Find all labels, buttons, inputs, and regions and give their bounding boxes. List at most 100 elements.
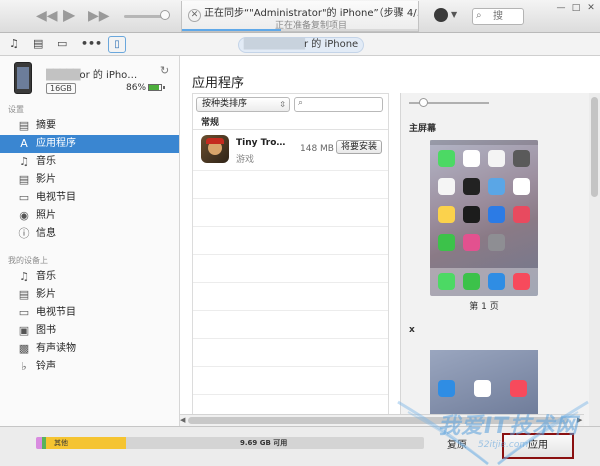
dock (430, 268, 538, 296)
chevron-updown-icon: ⇳ (279, 100, 286, 109)
volume-slider[interactable] (124, 15, 164, 18)
sidebar-item-music[interactable]: ♫ 音乐 (0, 153, 179, 171)
previous-track-icon[interactable]: ◀◀ (36, 9, 58, 23)
calendar-icon (463, 150, 480, 167)
chevron-down-icon[interactable]: ▼ (451, 10, 457, 19)
sidebar-item-label: 音乐 (36, 271, 56, 282)
sidebar-item-label: 照片 (36, 210, 56, 221)
safari-icon (488, 273, 505, 290)
sidebar-item-device-tones[interactable]: ♭ 铃声 (0, 358, 179, 376)
music-icon (513, 273, 530, 290)
vertical-scrollbar-thumb[interactable] (591, 97, 598, 197)
sort-select[interactable]: 按种类排序 ⇳ (196, 97, 290, 112)
home-screen-preview[interactable] (430, 140, 538, 296)
app-icon-hat (206, 138, 224, 144)
row-divider (193, 310, 388, 311)
app-row[interactable]: Tiny Tro… 游戏 148 MB 将要安装 (193, 130, 388, 170)
app-category: 游戏 (236, 155, 255, 165)
info-icon: ⓘ (18, 227, 30, 240)
account-icon[interactable] (434, 8, 448, 22)
capacity-badge: 16GB (46, 83, 76, 94)
music-icon (510, 380, 527, 397)
device-name-redacted: █████████ (243, 39, 305, 50)
tv-icon: ▭ (18, 191, 30, 204)
scroll-left-icon[interactable]: ◀ (180, 416, 185, 424)
sidebar-item-photos[interactable]: ◉ 照片 (0, 207, 179, 225)
storage-free-label: 9.69 GB 可用 (240, 439, 288, 447)
sidebar-item-label: 电视节目 (36, 192, 76, 203)
iphone-icon (14, 62, 32, 94)
clock-icon (463, 178, 480, 195)
sidebar-item-label: 应用程序 (36, 138, 76, 149)
film-icon: ▤ (18, 173, 30, 186)
row-divider (193, 170, 388, 171)
cancel-sync-icon[interactable]: ✕ (188, 9, 201, 22)
sidebar-item-apps[interactable]: A 应用程序 (0, 135, 179, 153)
apps-icon: A (20, 137, 28, 150)
row-divider (193, 254, 388, 255)
zoom-knob[interactable] (419, 98, 428, 107)
wechat-icon (438, 234, 455, 251)
sync-status-title: 正在同步“"Administrator"的 iPhone”（步骤 4/… (204, 8, 418, 19)
install-button[interactable]: 将要安装 (336, 140, 382, 154)
sidebar-item-label: 音乐 (36, 156, 56, 167)
sidebar-item-summary[interactable]: ▤ 摘要 (0, 117, 179, 135)
device-icon[interactable]: ▯ (108, 36, 126, 53)
minimize-icon[interactable]: — (553, 2, 569, 14)
storage-other-label: 其他 (54, 439, 68, 447)
sidebar-item-info[interactable]: ⓘ 信息 (0, 225, 179, 243)
weather-icon (438, 178, 455, 195)
sidebar: █████or 的 iPho… ↻ 16GB 86% 设置 ▤ 摘要 A 应用程… (0, 56, 180, 426)
watermark-url: 52itjie.com (478, 440, 529, 450)
vertical-scrollbar[interactable] (589, 93, 600, 426)
second-section-label: x (409, 325, 415, 335)
sidebar-item-tv[interactable]: ▭ 电视节目 (0, 189, 179, 207)
row-divider (193, 338, 388, 339)
play-icon[interactable]: ▶ (63, 7, 75, 23)
next-track-icon[interactable]: ▶▶ (88, 9, 110, 23)
device-name-pill[interactable]: █████████r 的 iPhone (238, 37, 364, 53)
apps-search-input[interactable]: ⌕ (294, 97, 383, 112)
device-name[interactable]: █████or 的 iPho… (46, 66, 156, 81)
sidebar-item-device-films[interactable]: ▤ 影片 (0, 286, 179, 304)
row-divider (193, 282, 388, 283)
music-icon: ♫ (19, 270, 29, 283)
sidebar-item-device-books[interactable]: ▣ 图书 (0, 322, 179, 340)
summary-icon: ▤ (18, 119, 30, 132)
film-icon: ▤ (18, 288, 30, 301)
maps-icon (488, 178, 505, 195)
search-box[interactable]: ⌕ (472, 8, 524, 25)
game-center-icon (463, 234, 480, 251)
app-icon (201, 135, 229, 163)
volume-knob[interactable] (160, 10, 170, 20)
music-icon[interactable]: ♫ (9, 37, 19, 50)
sidebar-item-device-tv[interactable]: ▭ 电视节目 (0, 304, 179, 322)
title-bar: ◀◀ ▶ ▶▶ ✕ 正在同步“"Administrator"的 iPhone”（… (0, 0, 600, 33)
sidebar-item-device-music[interactable]: ♫ 音乐 (0, 268, 179, 286)
tv-icon: ▭ (18, 306, 30, 319)
app-store-icon (513, 206, 530, 223)
app-size: 148 MB (300, 144, 334, 154)
home-screen-label: 主屏幕 (409, 124, 437, 134)
sidebar-item-films[interactable]: ▤ 影片 (0, 171, 179, 189)
more-icon[interactable]: ••• (81, 37, 102, 50)
sidebar-item-label: 铃声 (36, 361, 56, 372)
sync-progress-bar (182, 29, 418, 31)
battery-percent: 86% (126, 83, 147, 93)
sidebar-item-label: 影片 (36, 174, 56, 185)
maximize-icon[interactable]: □ (568, 2, 584, 14)
search-input[interactable] (493, 10, 523, 23)
settings-icon (488, 234, 505, 251)
stocks-icon (463, 206, 480, 223)
film-icon[interactable]: ▤ (33, 37, 43, 50)
tv-icon[interactable]: ▭ (57, 37, 67, 50)
device-name-redacted: █████ (46, 70, 80, 81)
home-screens-panel: 主屏幕 第 1 页 x (400, 93, 600, 426)
iphone-screen (17, 67, 29, 89)
bell-icon: ♭ (21, 360, 27, 373)
sidebar-item-label: 信息 (36, 228, 56, 239)
sync-icon[interactable]: ↻ (160, 64, 169, 77)
sidebar-item-device-audiobooks[interactable]: ▩ 有声读物 (0, 340, 179, 358)
close-icon[interactable]: ✕ (583, 2, 599, 14)
sync-progress-fill (182, 29, 282, 31)
